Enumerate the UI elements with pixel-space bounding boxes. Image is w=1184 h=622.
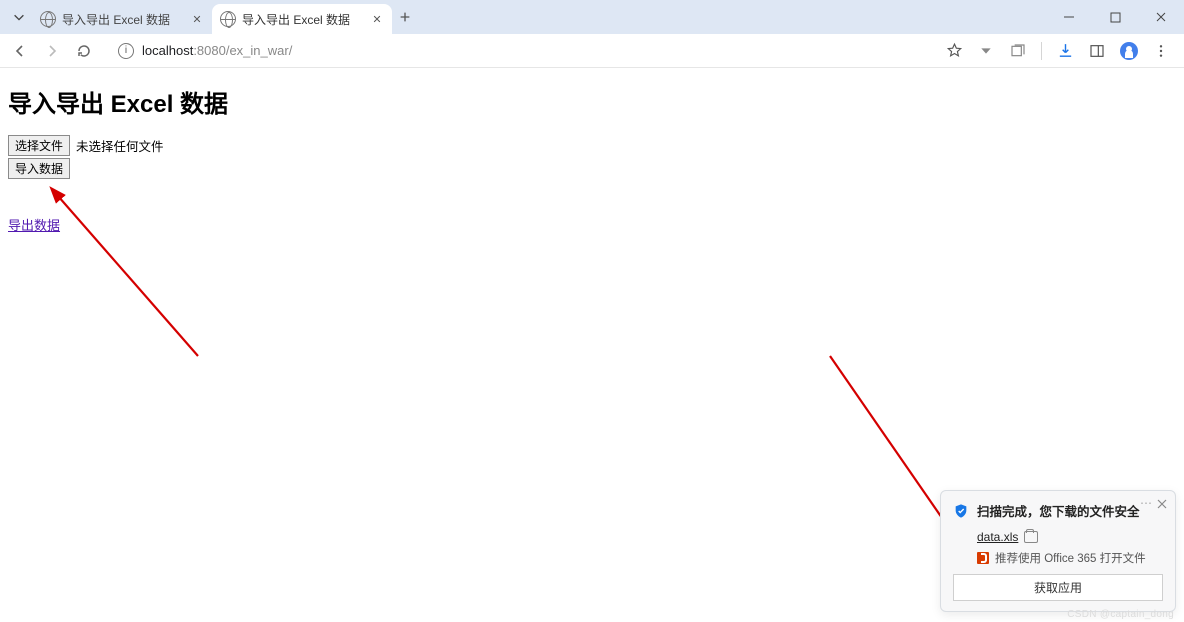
site-info-icon[interactable]: i [118, 43, 134, 59]
star-icon [946, 42, 963, 59]
arrow-right-icon [44, 43, 60, 59]
kebab-icon [1153, 43, 1169, 59]
url-text: localhost:8080/ex_in_war/ [142, 43, 292, 58]
url-container[interactable]: i localhost:8080/ex_in_war/ [118, 43, 292, 59]
downloads-button[interactable] [1056, 42, 1074, 60]
chevron-down-icon [12, 10, 26, 24]
tabs-icon [1010, 43, 1026, 59]
maximize-icon [1110, 12, 1121, 23]
folder-icon[interactable] [1024, 531, 1038, 543]
close-icon [1155, 11, 1167, 23]
browser-tab-inactive[interactable]: 导入导出 Excel 数据 [32, 4, 212, 34]
panel-icon [1089, 43, 1105, 59]
notification-menu-button[interactable]: ⋯ [1140, 496, 1153, 510]
window-minimize-button[interactable] [1046, 0, 1092, 34]
annotation-arrow [48, 186, 218, 366]
globe-icon [40, 11, 56, 27]
new-tab-button[interactable] [392, 4, 418, 30]
import-button[interactable]: 导入数据 [8, 158, 70, 179]
nav-back-button[interactable] [8, 39, 32, 63]
office-icon [977, 552, 989, 564]
window-close-button[interactable] [1138, 0, 1184, 34]
notification-close-button[interactable] [1155, 497, 1169, 511]
bookmark-star-button[interactable] [945, 42, 963, 60]
get-app-button[interactable]: 获取应用 [953, 574, 1163, 601]
choose-file-button[interactable]: 选择文件 [8, 135, 70, 156]
close-icon [192, 14, 202, 24]
nav-reload-button[interactable] [72, 39, 96, 63]
file-status-text: 未选择任何文件 [76, 136, 164, 155]
watermark: CSDN @captain_dong [1067, 609, 1174, 620]
download-icon [1057, 42, 1074, 59]
tab-close-button[interactable] [190, 12, 204, 26]
close-icon [1157, 499, 1167, 509]
address-bar: i localhost:8080/ex_in_war/ [0, 34, 1184, 68]
browser-menu-button[interactable] [1152, 42, 1170, 60]
plus-icon [398, 10, 412, 24]
arrow-left-icon [12, 43, 28, 59]
page-title: 导入导出 Excel 数据 [8, 84, 1176, 119]
extension-icon[interactable] [977, 42, 995, 60]
export-data-link[interactable]: 导出数据 [8, 215, 60, 234]
browser-tab-active[interactable]: 导入导出 Excel 数据 [212, 4, 392, 34]
tab-title: 导入导出 Excel 数据 [242, 11, 364, 28]
notification-title: 扫描完成，您下载的文件安全 [977, 501, 1140, 520]
file-upload-row: 选择文件 未选择任何文件 [8, 135, 1176, 156]
page-content: 导入导出 Excel 数据 选择文件 未选择任何文件 导入数据 导出数据 ⋯ [0, 68, 1184, 622]
titlebar: 导入导出 Excel 数据 导入导出 Excel 数据 [0, 0, 1184, 34]
window-controls [1046, 0, 1184, 34]
notification-header: 扫描完成，您下载的文件安全 [953, 501, 1163, 520]
reload-icon [76, 43, 92, 59]
minimize-icon [1063, 11, 1075, 23]
extension-icon-2[interactable] [1009, 42, 1027, 60]
tab-list-dropdown[interactable] [6, 10, 32, 24]
tab-close-button[interactable] [370, 12, 384, 26]
profile-button[interactable] [1120, 42, 1138, 60]
downloaded-file-link[interactable]: data.xls [977, 530, 1018, 544]
globe-icon [220, 11, 236, 27]
address-actions [945, 42, 1170, 60]
nav-forward-button[interactable] [40, 39, 64, 63]
notification-recommend: 推荐使用 Office 365 打开文件 [977, 550, 1163, 566]
notification-recommend-text: 推荐使用 Office 365 打开文件 [995, 550, 1146, 566]
download-notification: ⋯ 扫描完成，您下载的文件安全 data.xls 推荐使用 Office 365… [940, 490, 1176, 612]
separator [1041, 42, 1042, 60]
avatar-icon [1120, 42, 1138, 60]
window-maximize-button[interactable] [1092, 0, 1138, 34]
shield-icon [953, 503, 969, 519]
notification-file-row: data.xls [977, 530, 1163, 544]
close-icon [372, 14, 382, 24]
chevron-down-filled-icon [978, 43, 994, 59]
tab-title: 导入导出 Excel 数据 [62, 11, 184, 28]
side-panel-button[interactable] [1088, 42, 1106, 60]
